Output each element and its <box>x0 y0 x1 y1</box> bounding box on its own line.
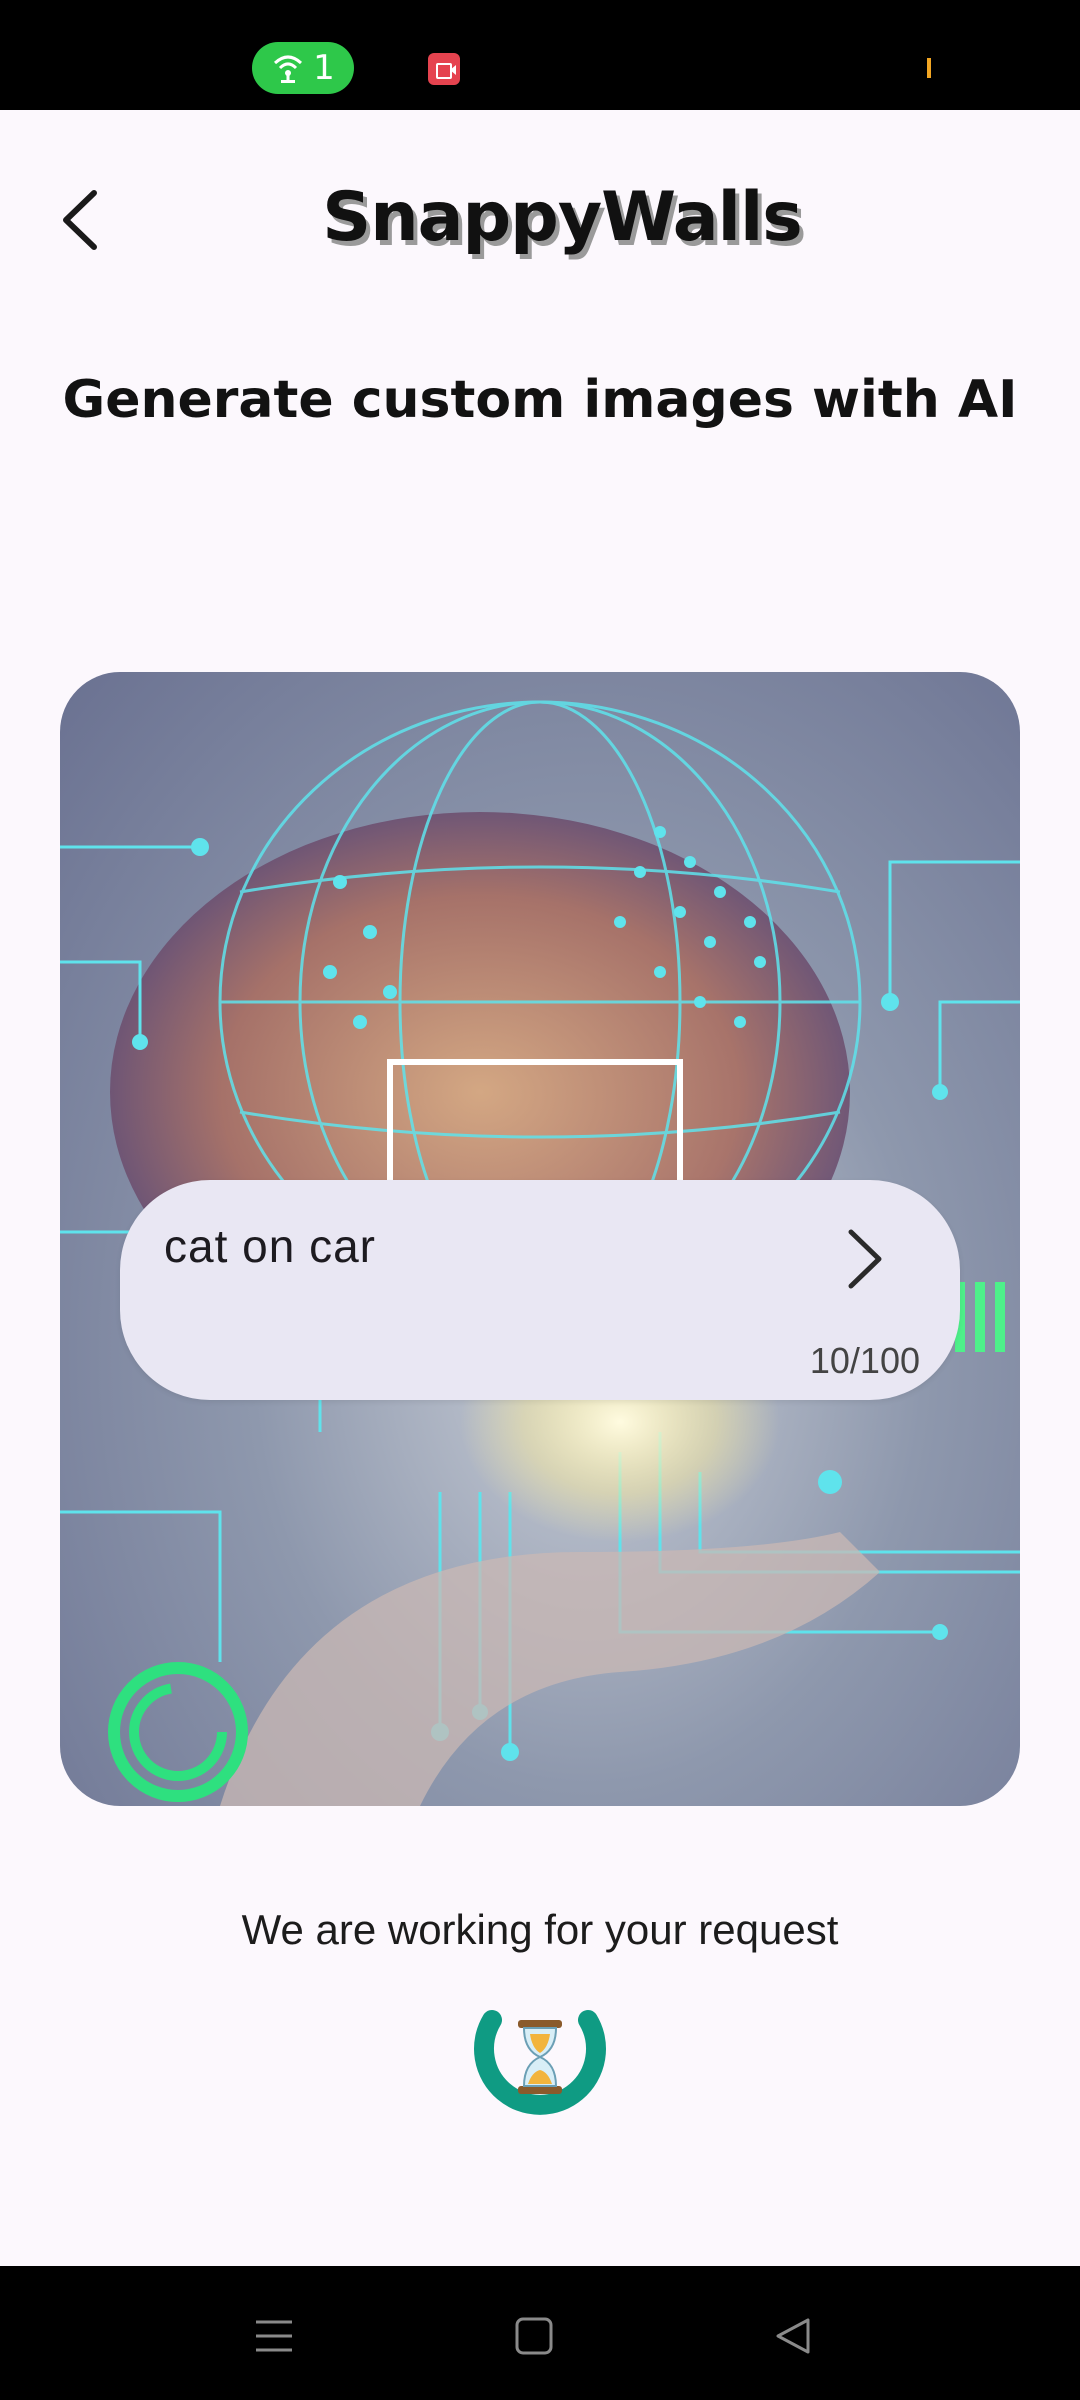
submit-prompt-button[interactable] <box>810 1214 920 1304</box>
prompt-card: 10/100 <box>120 1180 960 1400</box>
system-nav-bar <box>0 2266 1080 2400</box>
chevron-right-icon <box>848 1229 882 1289</box>
screen-record-icon <box>428 53 460 85</box>
app-title: SnappyWalls <box>322 178 803 257</box>
home-square-icon <box>515 2317 553 2355</box>
hotspot-icon <box>274 55 303 83</box>
battery-icon <box>927 58 931 78</box>
prompt-input[interactable] <box>162 1218 806 1274</box>
back-nav-button[interactable] <box>752 2296 832 2376</box>
page-subtitle: Generate custom images with AI <box>62 370 1018 430</box>
menu-icon <box>256 2320 292 2352</box>
recent-apps-button[interactable] <box>234 2296 314 2376</box>
home-button[interactable] <box>494 2296 574 2376</box>
back-triangle-icon <box>776 2318 810 2354</box>
screen: 1 SnappyWalls Generate custom images wit… <box>0 0 1080 2400</box>
character-counter: 10/100 <box>809 1340 920 1381</box>
status-message: We are working for your request <box>241 1906 839 1953</box>
hotspot-indicator: 1 <box>252 42 354 94</box>
loading-indicator <box>472 2000 608 2120</box>
hotspot-count: 1 <box>313 48 335 88</box>
status-bar: 1 <box>0 0 1080 110</box>
hourglass-icon <box>474 2010 606 2115</box>
